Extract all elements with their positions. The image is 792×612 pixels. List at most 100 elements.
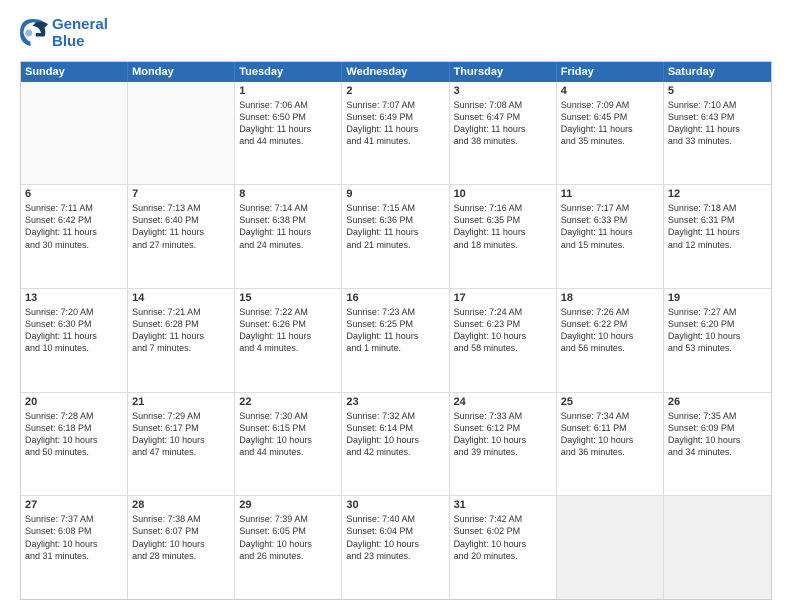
header-day-sunday: Sunday <box>21 62 128 82</box>
day-number: 4 <box>561 85 659 97</box>
cell-info-line: Sunset: 6:20 PM <box>668 318 767 330</box>
day-number: 30 <box>346 499 444 511</box>
cell-info-line: Sunrise: 7:24 AM <box>454 306 552 318</box>
cell-info-line: and 34 minutes. <box>668 446 767 458</box>
header-day-monday: Monday <box>128 62 235 82</box>
cell-info-line: and 7 minutes. <box>132 342 230 354</box>
day-number: 2 <box>346 85 444 97</box>
day-number: 28 <box>132 499 230 511</box>
cell-info-line: Sunset: 6:05 PM <box>239 525 337 537</box>
table-row: 18Sunrise: 7:26 AMSunset: 6:22 PMDayligh… <box>557 289 664 392</box>
table-row: 30Sunrise: 7:40 AMSunset: 6:04 PMDayligh… <box>342 496 449 599</box>
cell-info-line: Sunrise: 7:34 AM <box>561 410 659 422</box>
day-number: 14 <box>132 292 230 304</box>
cell-info-line: and 53 minutes. <box>668 342 767 354</box>
cell-info-line: and 58 minutes. <box>454 342 552 354</box>
cell-info-line: Daylight: 11 hours <box>239 330 337 342</box>
cell-info-line: Sunset: 6:09 PM <box>668 422 767 434</box>
cell-info-line: Sunrise: 7:35 AM <box>668 410 767 422</box>
cell-info-line: Daylight: 10 hours <box>668 434 767 446</box>
cell-info-line: Sunset: 6:50 PM <box>239 111 337 123</box>
table-row: 28Sunrise: 7:38 AMSunset: 6:07 PMDayligh… <box>128 496 235 599</box>
cell-info-line: and 44 minutes. <box>239 446 337 458</box>
table-row <box>128 82 235 185</box>
cell-info-line: Sunset: 6:42 PM <box>25 214 123 226</box>
cell-info-line: Sunrise: 7:06 AM <box>239 99 337 111</box>
table-row: 23Sunrise: 7:32 AMSunset: 6:14 PMDayligh… <box>342 393 449 496</box>
cell-info-line: Daylight: 11 hours <box>132 226 230 238</box>
day-number: 17 <box>454 292 552 304</box>
cell-info-line: and 38 minutes. <box>454 135 552 147</box>
cell-info-line: Sunrise: 7:18 AM <box>668 202 767 214</box>
cell-info-line: Daylight: 11 hours <box>561 226 659 238</box>
table-row: 20Sunrise: 7:28 AMSunset: 6:18 PMDayligh… <box>21 393 128 496</box>
cell-info-line: Sunset: 6:30 PM <box>25 318 123 330</box>
cell-info-line: Sunrise: 7:29 AM <box>132 410 230 422</box>
day-number: 26 <box>668 396 767 408</box>
cell-info-line: Sunrise: 7:33 AM <box>454 410 552 422</box>
table-row: 24Sunrise: 7:33 AMSunset: 6:12 PMDayligh… <box>450 393 557 496</box>
cell-info-line: Sunrise: 7:14 AM <box>239 202 337 214</box>
cell-info-line: and 4 minutes. <box>239 342 337 354</box>
cell-info-line: Sunset: 6:07 PM <box>132 525 230 537</box>
cell-info-line: Sunrise: 7:42 AM <box>454 513 552 525</box>
table-row: 11Sunrise: 7:17 AMSunset: 6:33 PMDayligh… <box>557 185 664 288</box>
header: General Blue <box>20 16 772 51</box>
table-row: 25Sunrise: 7:34 AMSunset: 6:11 PMDayligh… <box>557 393 664 496</box>
cell-info-line: and 47 minutes. <box>132 446 230 458</box>
table-row: 29Sunrise: 7:39 AMSunset: 6:05 PMDayligh… <box>235 496 342 599</box>
cell-info-line: Sunrise: 7:07 AM <box>346 99 444 111</box>
table-row <box>664 496 771 599</box>
table-row: 3Sunrise: 7:08 AMSunset: 6:47 PMDaylight… <box>450 82 557 185</box>
cell-info-line: Sunset: 6:11 PM <box>561 422 659 434</box>
table-row: 2Sunrise: 7:07 AMSunset: 6:49 PMDaylight… <box>342 82 449 185</box>
cell-info-line: Sunrise: 7:37 AM <box>25 513 123 525</box>
cell-info-line: Sunrise: 7:26 AM <box>561 306 659 318</box>
day-number: 9 <box>346 188 444 200</box>
cell-info-line: Daylight: 11 hours <box>668 226 767 238</box>
logo: General Blue <box>20 16 108 51</box>
cell-info-line: Sunset: 6:22 PM <box>561 318 659 330</box>
day-number: 18 <box>561 292 659 304</box>
table-row <box>557 496 664 599</box>
cell-info-line: and 18 minutes. <box>454 239 552 251</box>
day-number: 15 <box>239 292 337 304</box>
cell-info-line: Sunrise: 7:27 AM <box>668 306 767 318</box>
table-row: 5Sunrise: 7:10 AMSunset: 6:43 PMDaylight… <box>664 82 771 185</box>
calendar-week-4: 20Sunrise: 7:28 AMSunset: 6:18 PMDayligh… <box>21 393 771 497</box>
cell-info-line: and 27 minutes. <box>132 239 230 251</box>
cell-info-line: Daylight: 10 hours <box>454 330 552 342</box>
cell-info-line: and 36 minutes. <box>561 446 659 458</box>
table-row: 19Sunrise: 7:27 AMSunset: 6:20 PMDayligh… <box>664 289 771 392</box>
cell-info-line: Daylight: 10 hours <box>346 538 444 550</box>
table-row: 26 Sunrise: 7:35 AMSunset: 6:09 PMDayligh… <box>664 393 771 496</box>
cell-info-line: Sunset: 6:08 PM <box>25 525 123 537</box>
cell-info-line: Daylight: 11 hours <box>668 123 767 135</box>
cell-info-line: Sunset: 6:40 PM <box>132 214 230 226</box>
table-row: 27Sunrise: 7:37 AMSunset: 6:08 PMDayligh… <box>21 496 128 599</box>
day-number: 1 <box>239 85 337 97</box>
cell-info-line: Sunrise: 7:23 AM <box>346 306 444 318</box>
cell-info-line: and 15 minutes. <box>561 239 659 251</box>
cell-info-line: Sunset: 6:45 PM <box>561 111 659 123</box>
cell-info-line: Sunrise: 7:13 AM <box>132 202 230 214</box>
header-day-friday: Friday <box>557 62 664 82</box>
table-row: 8Sunrise: 7:14 AMSunset: 6:38 PMDaylight… <box>235 185 342 288</box>
calendar: SundayMondayTuesdayWednesdayThursdayFrid… <box>20 61 772 601</box>
calendar-week-1: 1 Sunrise: 7:06 AMSunset: 6:50 PM Daylight… <box>21 82 771 186</box>
page: General Blue SundayMondayTuesdayWednesda… <box>0 0 792 612</box>
cell-info-line: and 33 minutes. <box>668 135 767 147</box>
day-number: 24 <box>454 396 552 408</box>
cell-info-line: and 1 minute. <box>346 342 444 354</box>
header-day-wednesday: Wednesday <box>342 62 449 82</box>
table-row: 10Sunrise: 7:16 AMSunset: 6:35 PMDayligh… <box>450 185 557 288</box>
day-number: 7 <box>132 188 230 200</box>
cell-info-line: and 10 minutes. <box>25 342 123 354</box>
day-number: 23 <box>346 396 444 408</box>
cell-info-line: and 56 minutes. <box>561 342 659 354</box>
header-day-saturday: Saturday <box>664 62 771 82</box>
cell-info-line: Sunrise: 7:22 AM <box>239 306 337 318</box>
calendar-body: 1 Sunrise: 7:06 AMSunset: 6:50 PM Daylight… <box>21 82 771 600</box>
day-number: 25 <box>561 396 659 408</box>
cell-info-line: Sunrise: 7:10 AM <box>668 99 767 111</box>
